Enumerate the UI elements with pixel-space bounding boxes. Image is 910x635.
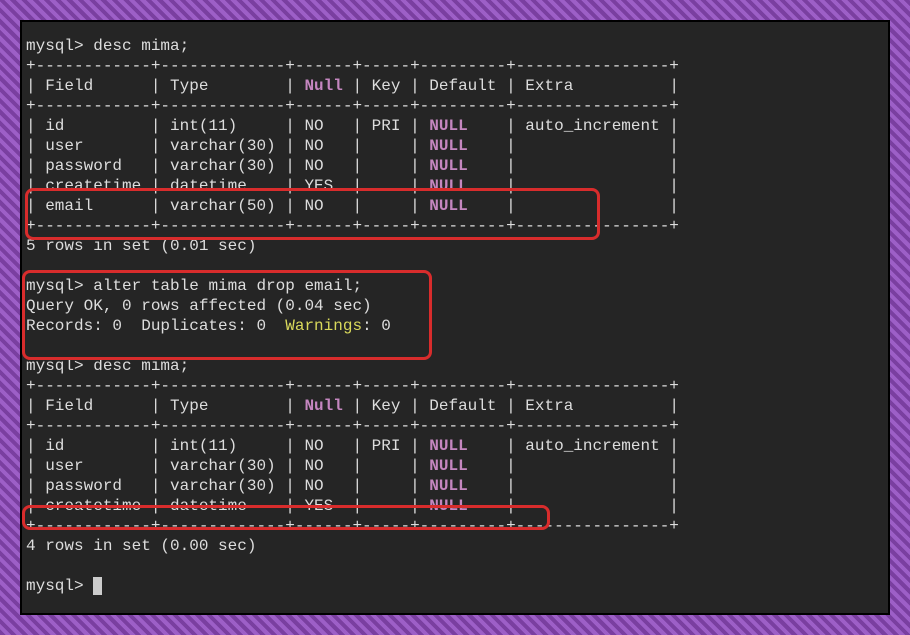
table-border: +------------+-------------+------+-----… (26, 417, 679, 435)
rows-in-set: 4 rows in set (0.00 sec) (26, 537, 256, 555)
table-row: | user | varchar(30) | NO | | (26, 137, 429, 155)
table-row: | user | varchar(30) | NO | | (26, 457, 429, 475)
table-row: | createtime | datetime | YES | | (26, 497, 429, 515)
null-value: NULL (429, 157, 467, 175)
table-border: +------------+-------------+------+-----… (26, 517, 679, 535)
table-row: | id | int(11) | NO | PRI | (26, 117, 429, 135)
null-value: NULL (429, 457, 467, 475)
null-value: NULL (429, 177, 467, 195)
prompt: mysql> (26, 357, 84, 375)
records-line: Records: 0 Duplicates: 0 (26, 317, 285, 335)
prompt: mysql> (26, 577, 84, 595)
null-value: NULL (429, 117, 467, 135)
table-border: +------------+-------------+------+-----… (26, 217, 679, 235)
warnings-label: Warnings (285, 317, 362, 335)
table-border: +------------+-------------+------+-----… (26, 97, 679, 115)
null-value: NULL (429, 437, 467, 455)
table-row: | id | int(11) | NO | PRI | (26, 437, 429, 455)
query-ok: Query OK, 0 rows affected (0.04 sec) (26, 297, 372, 315)
null-value: NULL (429, 477, 467, 495)
header-null: Null (304, 77, 342, 95)
null-value: NULL (429, 197, 467, 215)
table-border: +------------+-------------+------+-----… (26, 377, 679, 395)
table-row: | email | varchar(50) | NO | | (26, 197, 429, 215)
mysql-terminal[interactable]: mysql> desc mima; +------------+--------… (20, 20, 890, 615)
table-row: | password | varchar(30) | NO | | (26, 157, 429, 175)
command-alter: alter table mima drop email; (93, 277, 362, 295)
command-desc-2: desc mima; (93, 357, 189, 375)
prompt: mysql> (26, 277, 84, 295)
header-null: Null (304, 397, 342, 415)
null-value: NULL (429, 137, 467, 155)
table-border: +------------+-------------+------+-----… (26, 57, 679, 75)
cursor (93, 577, 102, 595)
command-desc-1: desc mima; (93, 37, 189, 55)
prompt: mysql> (26, 37, 84, 55)
null-value: NULL (429, 497, 467, 515)
table-header: | Field | Type | (26, 77, 304, 95)
table-row: | password | varchar(30) | NO | | (26, 477, 429, 495)
table-row: | createtime | datetime | YES | | (26, 177, 429, 195)
table-header: | Field | Type | (26, 397, 304, 415)
rows-in-set: 5 rows in set (0.01 sec) (26, 237, 256, 255)
